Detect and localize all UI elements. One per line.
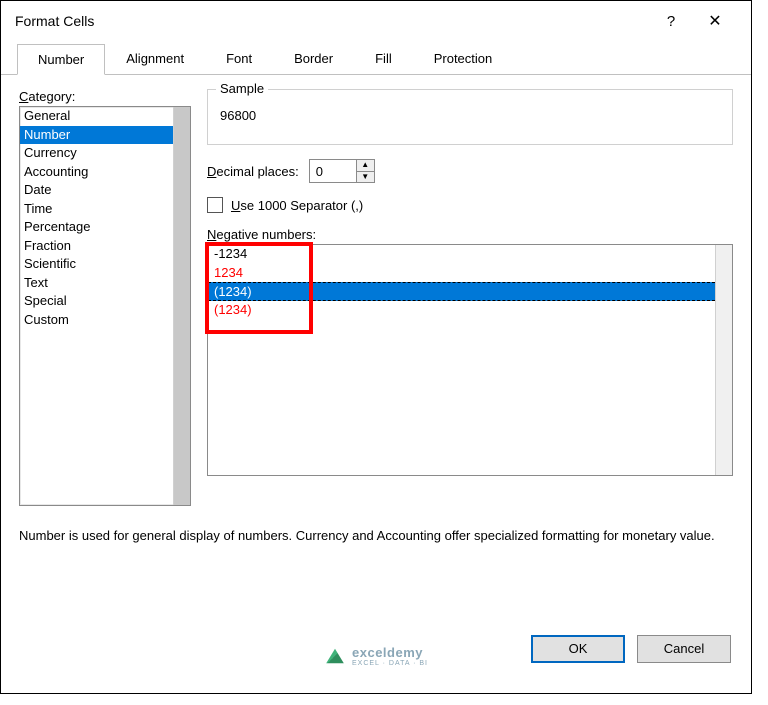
negative-item-4[interactable]: (1234) (208, 301, 715, 320)
watermark-logo: exceldemy EXCEL · DATA · BI (324, 645, 428, 667)
sample-value: 96800 (208, 90, 732, 123)
category-item-special[interactable]: Special (20, 292, 173, 311)
tab-protection[interactable]: Protection (413, 43, 514, 74)
spinner-down-icon[interactable]: ▼ (357, 172, 374, 183)
category-item-date[interactable]: Date (20, 181, 173, 200)
sample-label: Sample (216, 81, 268, 96)
cancel-button[interactable]: Cancel (637, 635, 731, 663)
decimal-places-row: Decimal places: ▲ ▼ (207, 159, 733, 183)
spinner-buttons: ▲ ▼ (357, 159, 375, 183)
decimal-places-spinner[interactable]: ▲ ▼ (309, 159, 375, 183)
category-item-custom[interactable]: Custom (20, 311, 173, 330)
thousand-separator-checkbox[interactable] (207, 197, 223, 213)
category-item-general[interactable]: General (20, 107, 173, 126)
category-item-text[interactable]: Text (20, 274, 173, 293)
thousand-separator-row: Use 1000 Separator (,) (207, 197, 733, 213)
exceldemy-logo-icon (324, 647, 346, 665)
options-column: Sample 96800 Decimal places: ▲ ▼ (207, 89, 733, 506)
button-row-area: exceldemy EXCEL · DATA · BI OK Cancel (1, 645, 751, 679)
category-label: Category: (19, 89, 191, 104)
category-listbox[interactable]: General Number Currency Accounting Date … (19, 106, 191, 506)
category-list: General Number Currency Accounting Date … (20, 107, 173, 505)
title-bar-title: Format Cells (15, 13, 649, 29)
decimal-places-label: Decimal places: (207, 164, 299, 179)
negative-item-2[interactable]: 1234 (208, 264, 715, 283)
category-item-fraction[interactable]: Fraction (20, 237, 173, 256)
negative-numbers-label: Negative numbers: (207, 227, 733, 242)
tab-alignment[interactable]: Alignment (105, 43, 205, 74)
ok-button[interactable]: OK (531, 635, 625, 663)
spinner-up-icon[interactable]: ▲ (357, 160, 374, 172)
tab-row: Number Alignment Font Border Fill Protec… (1, 41, 751, 75)
help-button[interactable]: ? (649, 13, 693, 30)
negative-numbers-listbox[interactable]: -1234 1234 (1234) (1234) (207, 244, 733, 476)
decimal-places-input[interactable] (309, 159, 357, 183)
category-item-percentage[interactable]: Percentage (20, 218, 173, 237)
negative-numbers-list: -1234 1234 (1234) (1234) (208, 245, 715, 475)
tab-font[interactable]: Font (205, 43, 273, 74)
sample-group: Sample 96800 (207, 89, 733, 145)
title-bar: Format Cells ? ✕ (1, 1, 751, 41)
category-item-time[interactable]: Time (20, 200, 173, 219)
close-button[interactable]: ✕ (693, 11, 737, 31)
format-cells-dialog: Format Cells ? ✕ Number Alignment Font B… (0, 0, 752, 694)
watermark-text: exceldemy EXCEL · DATA · BI (352, 645, 428, 667)
category-description: Number is used for general display of nu… (19, 528, 733, 545)
category-item-scientific[interactable]: Scientific (20, 255, 173, 274)
tab-fill[interactable]: Fill (354, 43, 413, 74)
tab-border[interactable]: Border (273, 43, 354, 74)
negative-scrollbar[interactable] (715, 245, 732, 475)
category-item-number[interactable]: Number (20, 126, 173, 145)
negative-item-1[interactable]: -1234 (208, 245, 715, 264)
category-item-currency[interactable]: Currency (20, 144, 173, 163)
negative-item-3[interactable]: (1234) (208, 282, 715, 301)
thousand-separator-label: Use 1000 Separator (,) (231, 198, 363, 213)
tab-number[interactable]: Number (17, 44, 105, 75)
category-scrollbar[interactable] (173, 107, 190, 505)
dialog-content: Category: General Number Currency Accoun… (1, 75, 751, 545)
category-column: Category: General Number Currency Accoun… (19, 89, 191, 506)
category-item-accounting[interactable]: Accounting (20, 163, 173, 182)
